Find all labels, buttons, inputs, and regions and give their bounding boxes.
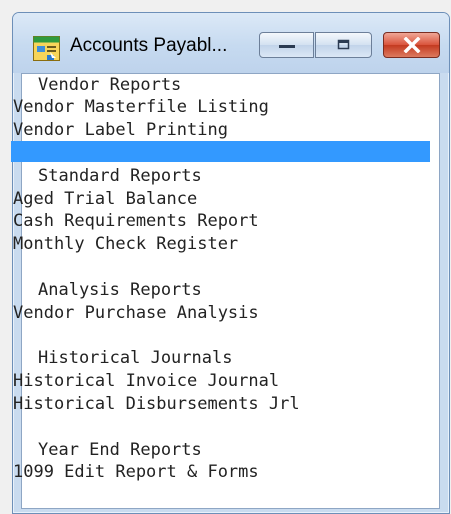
menu-item-vendor-masterfile-listing[interactable]: Vendor Masterfile Listing [13,96,269,118]
menu-item-1099-edit-report-forms[interactable]: 1099 Edit Report & Forms [13,461,259,483]
heading-analysis-reports: Analysis Reports [38,280,202,300]
menu-item-vendor-purchase-analysis[interactable]: Vendor Purchase Analysis [13,302,259,324]
heading-historical-journals: Historical Journals [38,348,233,368]
menu-item-historical-invoice-journal[interactable]: Historical Invoice Journal [13,370,279,392]
menu-item-aged-trial-balance[interactable]: Aged Trial Balance [13,188,197,210]
maximize-button[interactable] [315,32,372,58]
window-title: Accounts Payabl... [70,35,228,56]
menu-item-historical-disbursements-jrl[interactable]: Historical Disbursements Jrl [13,393,300,415]
heading-vendor-reports: Vendor Reports [38,75,182,95]
close-button[interactable] [383,32,440,58]
heading-year-end-reports: Year End Reports [38,440,202,460]
selected-empty-row[interactable] [11,141,430,162]
heading-standard-reports: Standard Reports [38,166,202,186]
menu-item-cash-requirements-report[interactable]: Cash Requirements Report [13,210,259,232]
menu-item-monthly-check-register[interactable]: Monthly Check Register [13,233,238,255]
app-icon [33,36,60,61]
menu-item-vendor-label-printing[interactable]: Vendor Label Printing [13,119,228,141]
minimize-button[interactable] [259,32,314,58]
maximize-icon [337,39,349,50]
close-icon [403,37,420,53]
minimize-icon [278,45,295,48]
title-bar[interactable]: Accounts Payabl... [13,13,449,73]
